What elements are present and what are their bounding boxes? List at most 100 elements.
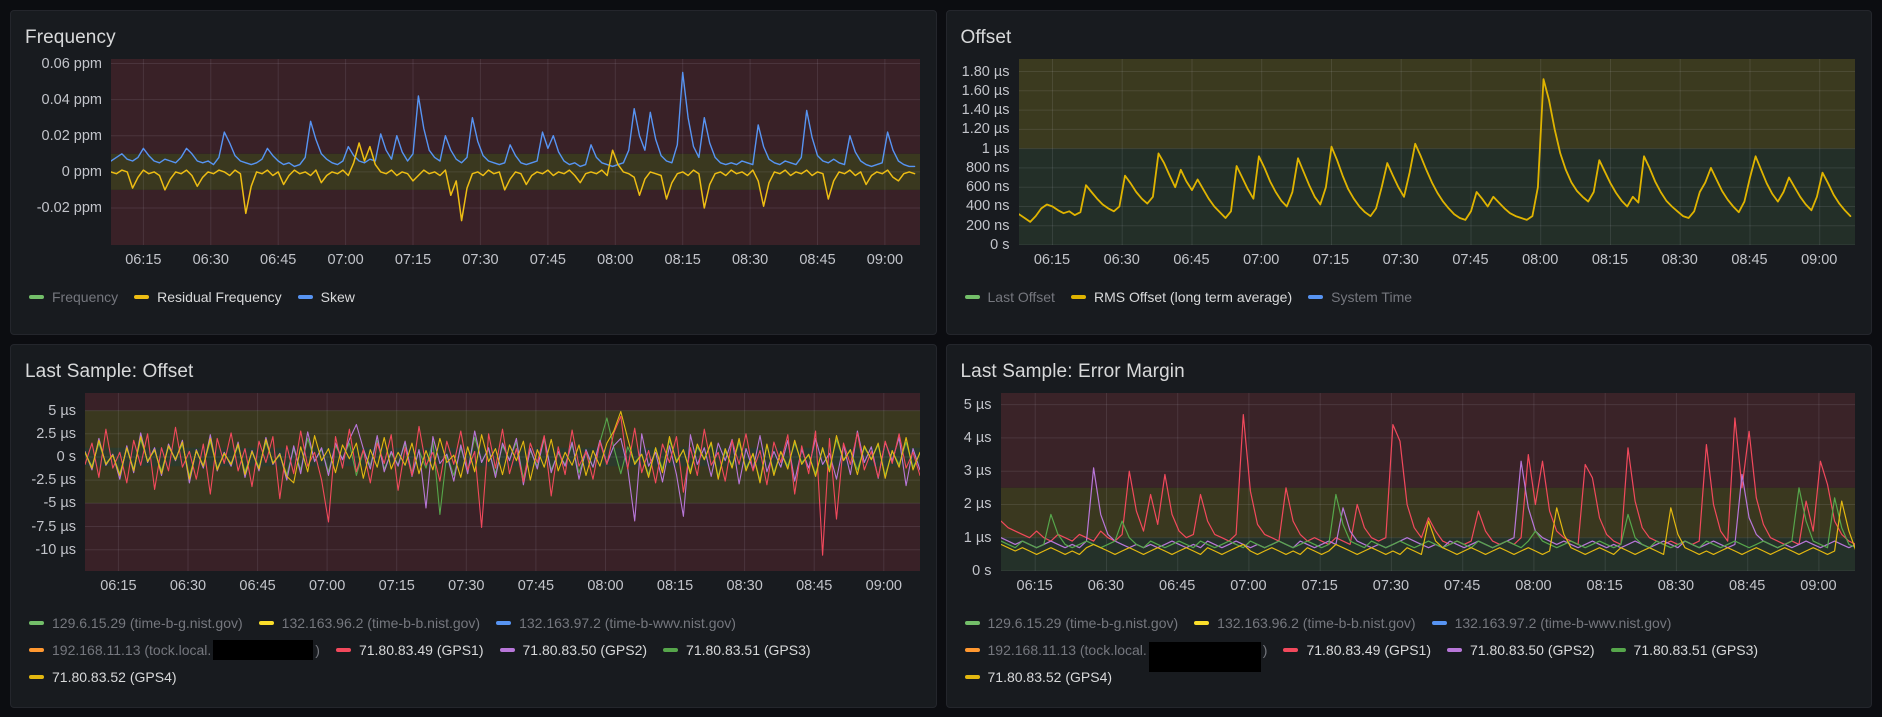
legend-swatch [335,647,351,652]
legend-label-suffix: ) [1262,641,1268,658]
y-axis-label: -0.02 ppm [36,199,102,216]
x-axis: 06:15 06:30 06:45 07:00 07:15 07:30 07:45 08:00… [1019,252,1856,274]
y-axis-label: 600 ns [965,179,1010,196]
chart: 0.06 ppm 0.04 ppm 0.02 ppm 0 ppm -0.02 ppm 0… [21,56,920,274]
legend: 129.6.15.29 (time-b-g.nist.gov) 132.163.9… [29,609,920,690]
legend-item-nist-time-b-b[interactable]: 132.163.96.2 (time-b-b.nist.gov) [258,609,481,636]
y-axis-label: -2.5 µs [31,472,76,489]
legend-item-nist-time-b-wwv[interactable]: 132.163.97.2 (time-b-wwv.nist.gov) [496,609,736,636]
legend-swatch [297,294,313,299]
threshold-band [85,393,920,411]
plot-area[interactable] [111,59,920,245]
legend-swatch [496,620,512,625]
legend-item-frequency[interactable]: Frequency [29,283,118,310]
legend-item-nist-time-b-g[interactable]: 129.6.15.29 (time-b-g.nist.gov) [29,609,243,636]
x-axis-label: 08:45 [1729,578,1766,594]
x-axis: 06:15 06:30 06:45 07:00 07:15 07:30 07:45 08:00… [111,252,920,274]
legend-label: 71.80.83.52 (GPS4) [52,668,177,685]
x-axis-label: 06:15 [100,578,137,594]
y-axis-label: 1.60 µs [961,82,1010,99]
legend-label: 132.163.96.2 (time-b-b.nist.gov) [1217,614,1416,631]
legend-swatch [258,620,274,625]
legend-label: 71.80.83.52 (GPS4) [987,668,1113,685]
legend-item-gps3[interactable]: 71.80.83.51 (GPS3) [1610,636,1759,663]
legend-label: 71.80.83.51 (GPS3) [686,641,811,658]
threshold-band [1000,537,1855,571]
plot-area[interactable] [1018,59,1855,245]
legend-label: 71.80.83.49 (GPS1) [1306,641,1431,658]
legend-item-gps2[interactable]: 71.80.83.50 (GPS2) [499,636,647,663]
legend-item-nist-time-b-wwv[interactable]: 132.163.97.2 (time-b-wwv.nist.gov) [1431,609,1671,636]
dashboard: Frequency 0.06 ppm 0.04 ppm 0.02 ppm 0 ppm -… [0,0,1882,717]
legend-swatch [1283,647,1299,652]
legend-swatch [1070,294,1086,299]
y-axis-label: 0.04 ppm [41,91,102,108]
legend-swatch [964,647,980,652]
y-axis: 5 µs 2.5 µs 0 s -2.5 µs -5 µs -7.5 µs -10 µs [21,393,85,571]
legend-item-tock-local[interactable]: 192.168.11.13 (tock.local.) [29,636,320,663]
legend-item-gps4[interactable]: 71.80.83.52 (GPS4) [964,663,1113,690]
legend-item-gps3[interactable]: 71.80.83.51 (GPS3) [663,636,811,663]
y-axis-label: 1 µs [963,529,992,546]
x-axis-label: 08:30 [1661,252,1698,268]
panel-header[interactable]: Offset [957,19,1856,59]
y-axis-label: -5 µs [43,495,76,512]
x-axis-label: 09:00 [866,252,904,268]
x-axis-label: 06:45 [239,578,276,594]
legend-swatch [499,647,515,652]
legend-item-gps4[interactable]: 71.80.83.52 (GPS4) [29,663,177,690]
x-axis-label: 08:15 [664,252,701,268]
legend-item-nist-time-b-g[interactable]: 129.6.15.29 (time-b-g.nist.gov) [964,609,1178,636]
x-axis-label: 08:15 [1586,578,1623,594]
panel-header[interactable]: Frequency [21,19,920,59]
legend-item-skew[interactable]: Skew [297,283,355,310]
legend-label: Frequency [52,288,119,305]
legend-label: Residual Frequency [157,288,282,305]
plot-area[interactable] [85,393,920,571]
legend-label: 71.80.83.51 (GPS3) [1633,641,1759,658]
x-axis-label: 07:15 [1301,578,1338,594]
x-axis-label: 08:15 [1591,252,1629,268]
legend-swatch [1308,294,1324,299]
legend-item-rms-offset[interactable]: RMS Offset (long term average) [1070,283,1292,310]
legend-label: Skew [320,288,355,305]
y-axis-label: 0 ppm [61,163,102,180]
y-axis-label: 1 µs [981,140,1010,157]
threshold-band [85,503,920,571]
chart: 5 µs 2.5 µs 0 s -2.5 µs -5 µs -7.5 µs -10 µs 0… [21,393,920,600]
x-axis-label: 08:45 [799,252,836,268]
legend-item-nist-time-b-b[interactable]: 132.163.96.2 (time-b-b.nist.gov) [1194,609,1416,636]
legend-item-system-time[interactable]: System Time [1308,283,1412,310]
x-axis-label: 09:00 [1801,252,1838,268]
x-axis-label: 06:45 [1159,578,1196,594]
x-axis-label: 07:15 [1312,252,1350,268]
legend-swatch [964,674,980,679]
threshold-band [111,189,920,245]
legend-label: 192.168.11.13 (tock.local. [987,641,1147,658]
chart: 5 µs 4 µs 3 µs 2 µs 1 µs 0 s 06:15 06:30 06:45 0… [957,393,1855,600]
legend-label: 192.168.11.13 (tock.local. [52,641,212,658]
plot-area[interactable] [1000,393,1855,571]
legend-item-residual-frequency[interactable]: Residual Frequency [134,283,282,310]
legend-item-gps2[interactable]: 71.80.83.50 (GPS2) [1447,636,1595,663]
legend-swatch [1447,647,1462,652]
panel-header[interactable]: Last Sample: Offset [21,353,920,393]
legend-label: 132.163.96.2 (time-b-b.nist.gov) [281,614,481,631]
y-axis-label: 5 µs [48,402,76,419]
legend: Last Offset RMS Offset (long term average… [964,283,1856,310]
legend-item-tock-local[interactable]: 192.168.11.13 (tock.local.) [964,636,1268,672]
legend-label: System Time [1331,288,1413,305]
x-axis-label: 07:30 [1382,252,1419,268]
legend-swatch [29,674,44,679]
panel-header[interactable]: Last Sample: Error Margin [957,353,1856,393]
legend-item-gps1[interactable]: 71.80.83.49 (GPS1) [1283,636,1431,663]
x-axis-label: 07:15 [378,578,415,594]
y-axis-label: 0.06 ppm [41,55,102,72]
legend-item-last-offset[interactable]: Last Offset [964,283,1055,310]
legend-swatch [964,294,980,299]
redaction-box [213,639,314,660]
legend-item-gps1[interactable]: 71.80.83.49 (GPS1) [335,636,484,663]
y-axis-label: 1.20 µs [961,121,1010,138]
x-axis-label: 06:45 [260,252,297,268]
panel-title: Last Sample: Error Margin [960,361,1185,382]
